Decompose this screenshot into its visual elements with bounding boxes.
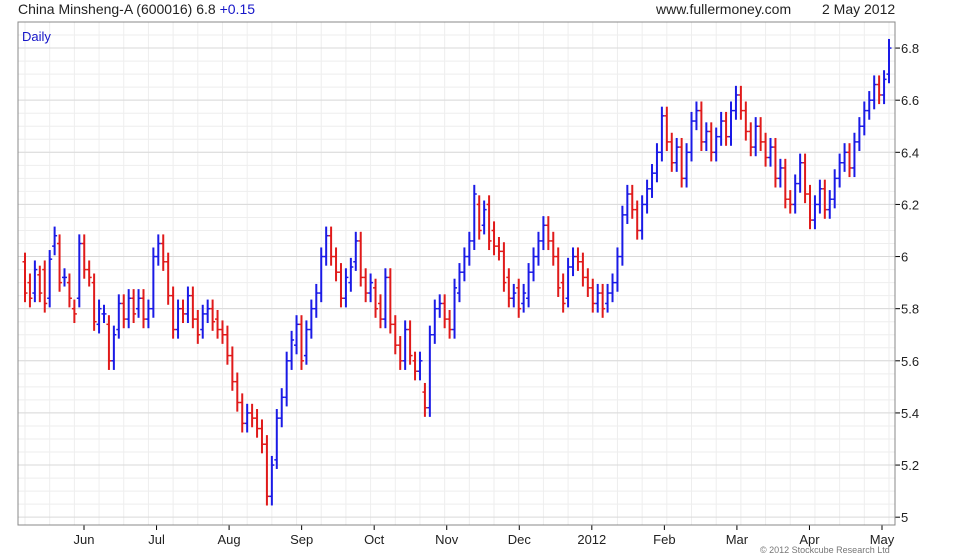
y-tick-label: 5 — [901, 510, 908, 525]
x-tick-label: Aug — [218, 532, 241, 547]
x-tick-label: 2012 — [577, 532, 606, 547]
x-tick-label: Oct — [364, 532, 385, 547]
y-tick-label: 6.8 — [901, 41, 919, 56]
y-tick-label: 6 — [901, 250, 908, 265]
x-tick-label: Mar — [726, 532, 749, 547]
x-tick-label: Jul — [148, 532, 165, 547]
plot-frame — [17, 21, 896, 526]
period-label: Daily — [22, 29, 51, 44]
x-tick-label: Sep — [290, 532, 313, 547]
y-tick-label: 5.2 — [901, 458, 919, 473]
y-tick-label: 5.4 — [901, 406, 919, 421]
y-tick-label: 5.8 — [901, 302, 919, 317]
y-tick-label: 5.6 — [901, 354, 919, 369]
x-tick-label: Nov — [435, 532, 459, 547]
y-tick-label: 6.4 — [901, 145, 919, 160]
price-chart: 5 5.2 5.4 5.6 5.8 6 6.2 6.4 6.6 6.8 Jun Jul Aug Sep Oc… — [17, 21, 919, 547]
copyright-notice: © 2012 Stockcube Research Ltd — [760, 545, 890, 555]
y-tick-label: 6.6 — [901, 93, 919, 108]
y-tick-label: 6.2 — [901, 197, 919, 212]
x-tick-label: Jun — [74, 532, 95, 547]
x-tick-label: Dec — [508, 532, 532, 547]
x-tick-label: Feb — [653, 532, 675, 547]
